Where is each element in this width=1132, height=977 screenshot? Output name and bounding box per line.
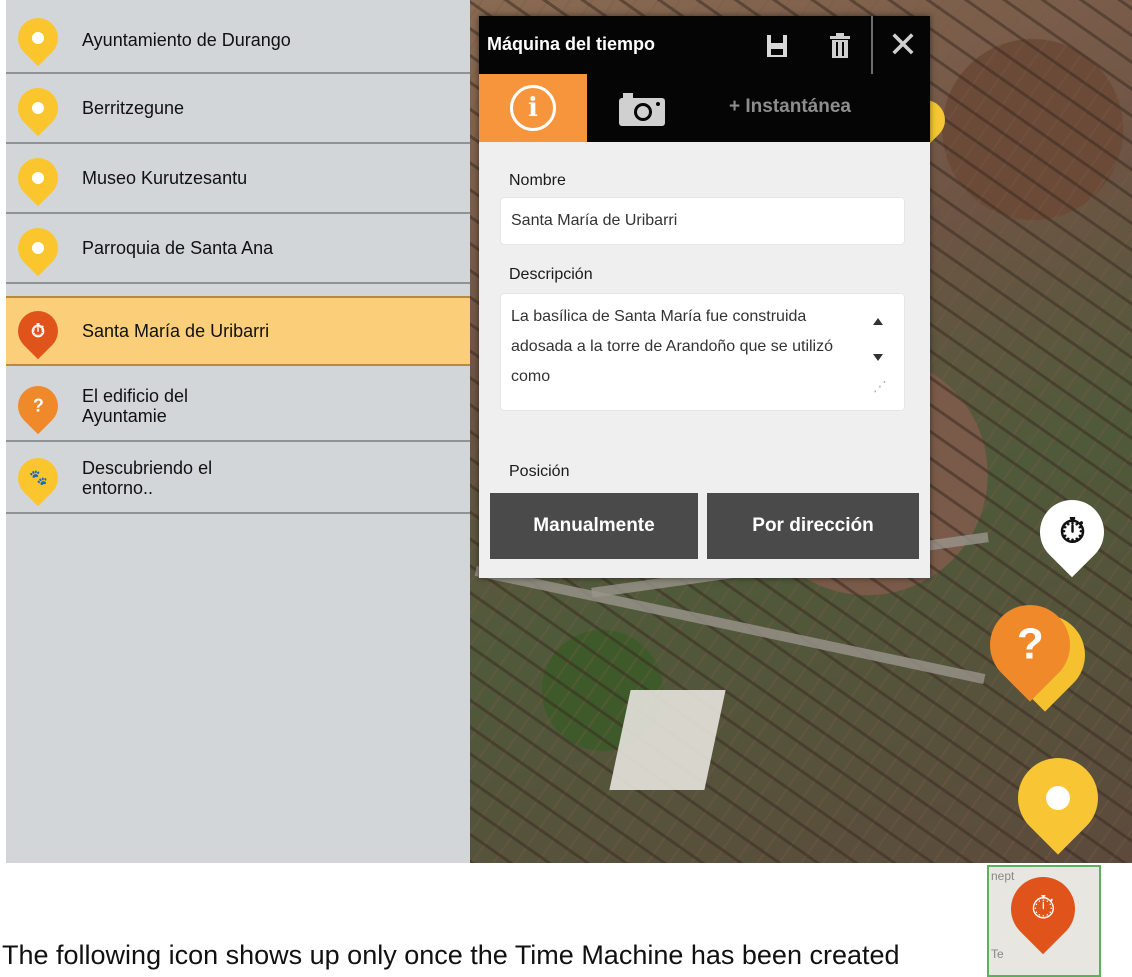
name-field[interactable]: Santa María de Uribarri xyxy=(500,197,905,245)
position-label: Posición xyxy=(509,463,570,480)
address-position-button[interactable]: Por dirección xyxy=(707,493,919,559)
description-label: Descripción xyxy=(509,266,593,283)
list-item-label: Ayuntamiento de Durango xyxy=(82,30,291,50)
tab-add-snapshot[interactable]: + Instantánea xyxy=(729,96,851,118)
manual-position-button[interactable]: Manualmente xyxy=(490,493,698,559)
caption-text: The following icon shows up only once th… xyxy=(2,940,900,970)
question-pin-icon: ? xyxy=(9,377,67,435)
thumbnail-map-text: nept xyxy=(991,869,1015,883)
info-icon: i xyxy=(510,85,556,131)
list-item[interactable]: Ayuntamiento de Durango xyxy=(6,4,470,74)
resize-grip-icon[interactable]: ⋰ xyxy=(873,378,887,395)
location-dot-icon xyxy=(1046,786,1070,810)
dialog-title: Máquina del tiempo xyxy=(487,34,656,54)
time-machine-dialog: Máquina del tiempo ✕ i + Instantánea Nom… xyxy=(479,16,930,578)
map-building xyxy=(609,690,726,790)
dialog-tabs: i + Instantánea xyxy=(479,74,930,142)
location-pin-icon xyxy=(9,9,67,67)
list-item-label: Berritzegune xyxy=(82,98,185,118)
poi-list: Ayuntamiento de Durango Berritzegune Mus… xyxy=(6,0,470,863)
scroll-down-arrow[interactable] xyxy=(873,354,883,361)
list-item[interactable]: Museo Kurutzesantu xyxy=(6,144,470,214)
name-label: Nombre xyxy=(509,172,566,189)
list-item-label: Descubriendo el entorno.. xyxy=(82,458,213,498)
save-icon[interactable] xyxy=(764,30,790,60)
close-icon[interactable]: ✕ xyxy=(879,22,927,68)
paw-pin-icon: 🐾 xyxy=(9,449,67,507)
description-textarea[interactable]: La basílica de Santa María fue construid… xyxy=(500,293,905,411)
list-item-label: Santa María de Uribarri xyxy=(82,321,270,341)
list-item-label: Museo Kurutzesantu xyxy=(82,168,248,188)
question-icon: ? xyxy=(1016,620,1044,670)
dialog-header: Máquina del tiempo ✕ xyxy=(479,16,930,74)
location-pin-icon xyxy=(9,149,67,207)
thumbnail-map-text: Te xyxy=(991,947,1004,961)
trash-icon[interactable] xyxy=(827,30,853,60)
scroll-up-arrow[interactable] xyxy=(873,318,883,325)
map-road xyxy=(474,566,986,684)
list-item-label: Parroquia de Santa Ana xyxy=(82,238,274,258)
list-item-label: El edificio del Ayuntamie xyxy=(82,386,189,426)
list-item[interactable]: Parroquia de Santa Ana xyxy=(6,214,470,284)
icon-thumbnail: nept Te ⏱ xyxy=(987,865,1101,977)
camera-icon[interactable] xyxy=(617,90,667,128)
stopwatch-pin-icon: ⏱ xyxy=(9,302,67,360)
header-divider xyxy=(871,16,873,74)
location-pin-icon xyxy=(9,219,67,277)
list-item[interactable]: ? El edificio del Ayuntamie xyxy=(6,372,470,442)
list-item[interactable]: Berritzegune xyxy=(6,74,470,144)
stopwatch-icon: ⏱ xyxy=(1058,512,1086,551)
list-item-selected[interactable]: ⏱ Santa María de Uribarri xyxy=(6,296,470,366)
tab-info[interactable]: i xyxy=(479,74,587,142)
list-item[interactable]: 🐾 Descubriendo el entorno.. xyxy=(6,444,470,514)
location-pin-icon xyxy=(9,79,67,137)
